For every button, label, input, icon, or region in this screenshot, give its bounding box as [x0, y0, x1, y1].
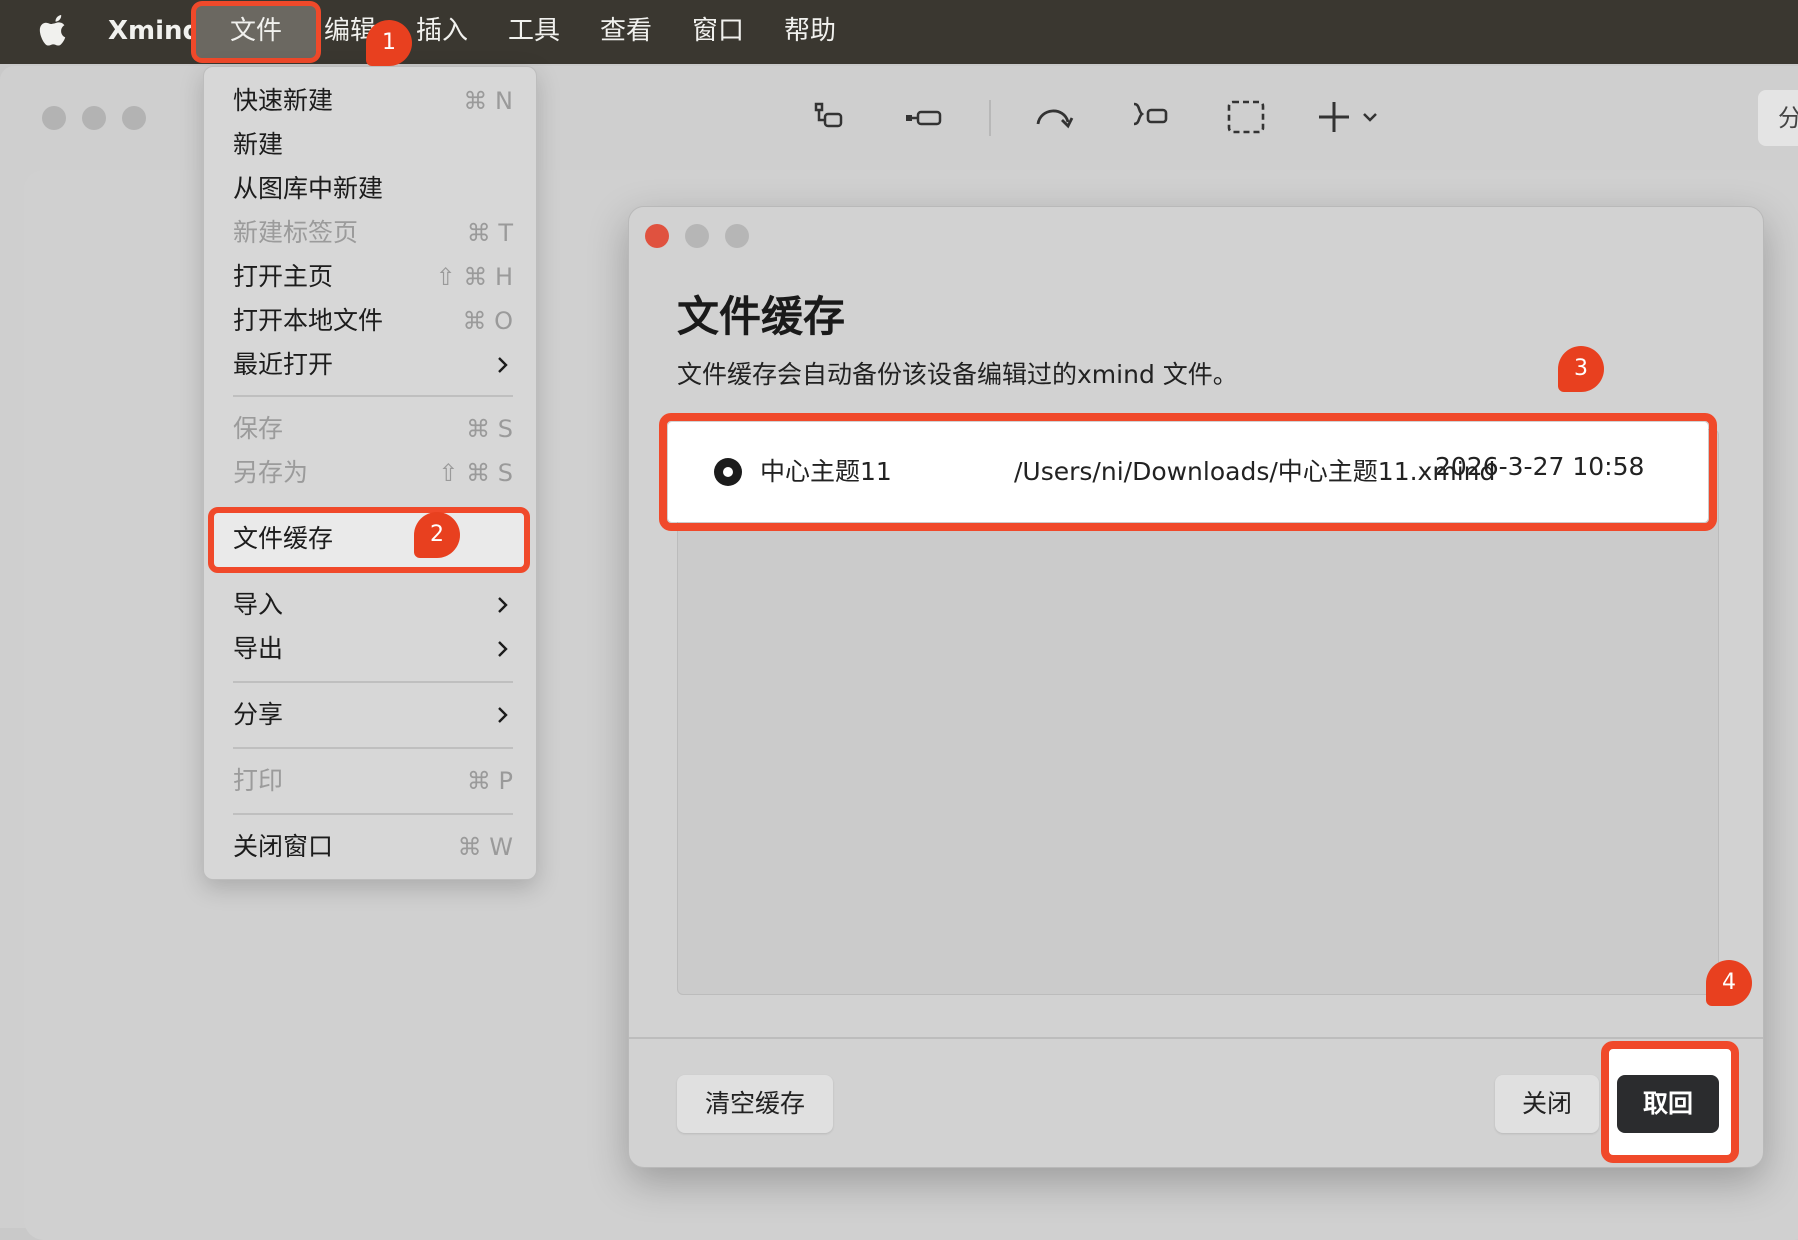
share-button[interactable]: 分 [1758, 90, 1798, 146]
clear-cache-button[interactable]: 清空缓存 [677, 1075, 833, 1133]
apple-icon[interactable] [38, 14, 70, 48]
menu-item-open-home[interactable]: 打开主页 ⇧ ⌘ H [233, 257, 513, 297]
toolbar-divider [989, 100, 991, 136]
menu-help[interactable]: 帮助 [784, 0, 836, 64]
window-zoom-button[interactable] [122, 106, 146, 130]
step-badge-2: 2 [414, 512, 460, 558]
menu-item-label: 从图库中新建 [233, 174, 384, 203]
dialog-zoom-button [725, 224, 749, 248]
shortcut-label: ⌘ S [466, 415, 513, 443]
menu-item-label: 文件缓存 [233, 524, 334, 553]
chevron-right-icon [498, 641, 508, 657]
shortcut-label: ⌘ N [463, 87, 513, 115]
menu-separator [233, 747, 513, 749]
chevron-right-icon [498, 707, 508, 723]
chevron-right-icon [498, 597, 508, 613]
menu-item-label: 保存 [233, 414, 284, 443]
close-button[interactable]: 关闭 [1495, 1075, 1599, 1133]
dialog-divider [629, 1037, 1763, 1039]
menu-separator [233, 681, 513, 683]
menu-item-open-local[interactable]: 打开本地文件 ⌘ O [233, 301, 513, 341]
menu-item-label: 关闭窗口 [233, 832, 334, 861]
cache-file-row[interactable]: 中心主题11 /Users/ni/Downloads/中心主题11.xmind … [668, 422, 1708, 522]
shortcut-label: ⌘ P [466, 767, 513, 795]
menu-separator [233, 395, 513, 397]
menu-item-label: 导入 [233, 590, 284, 619]
menu-file[interactable]: 文件 [196, 6, 316, 58]
restore-button[interactable]: 取回 [1617, 1075, 1719, 1133]
file-menu: 快速新建 ⌘ N 新建 从图库中新建 新建标签页 ⌘ T 打开主页 ⇧ ⌘ H … [203, 66, 537, 880]
dialog-title: 文件缓存 [677, 292, 846, 341]
menu-window[interactable]: 窗口 [692, 0, 744, 64]
window-close-button[interactable] [42, 106, 66, 130]
dialog-minimize-button [685, 224, 709, 248]
menu-item-new-from-gallery[interactable]: 从图库中新建 [233, 169, 513, 209]
shortcut-label: ⇧ ⌘ S [438, 459, 513, 487]
menu-item-label: 最近打开 [233, 350, 334, 379]
shortcut-label: ⌘ O [462, 307, 513, 335]
dialog-description: 文件缓存会自动备份该设备编辑过的xmind 文件。 [677, 360, 1238, 389]
menu-item-recent[interactable]: 最近打开 [233, 345, 513, 385]
menu-item-import[interactable]: 导入 [233, 585, 513, 625]
menu-item-label: 导出 [233, 634, 284, 663]
menu-item-export[interactable]: 导出 [233, 629, 513, 669]
boundary-icon[interactable] [1226, 96, 1266, 140]
menu-item-label: 快速新建 [233, 86, 334, 115]
menu-app-name[interactable]: Xmind [108, 0, 201, 64]
menu-item-save-as: 另存为 ⇧ ⌘ S [233, 453, 513, 493]
menu-view[interactable]: 查看 [600, 0, 652, 64]
menu-item-file-cache[interactable]: 文件缓存 [233, 519, 513, 559]
menu-item-save: 保存 ⌘ S [233, 409, 513, 449]
dialog-close-button[interactable] [645, 224, 669, 248]
menu-insert[interactable]: 插入 [416, 0, 468, 64]
step-badge-1: 1 [366, 20, 412, 66]
cache-file-date: 2026-3-27 10:58 [1435, 452, 1645, 481]
menu-item-label: 打印 [233, 766, 284, 795]
radio-selected[interactable] [714, 458, 742, 486]
menu-item-close-window[interactable]: 关闭窗口 ⌘ W [233, 827, 513, 867]
cache-file-name: 中心主题11 [760, 457, 892, 486]
cache-file-path: /Users/ni/Downloads/中心主题11.xmind [1014, 457, 1496, 486]
sibling-topic-icon[interactable] [904, 96, 944, 140]
shortcut-label: ⌘ T [466, 219, 513, 247]
menu-item-quick-new[interactable]: 快速新建 ⌘ N [233, 81, 513, 121]
shortcut-label: ⇧ ⌘ H [435, 263, 513, 291]
insert-plus-icon[interactable] [1316, 96, 1382, 140]
menu-item-share[interactable]: 分享 [233, 695, 513, 735]
menu-item-label: 新建标签页 [233, 218, 359, 247]
menu-item-print: 打印 ⌘ P [233, 761, 513, 801]
step-badge-3: 3 [1558, 346, 1604, 392]
menu-separator [233, 813, 513, 815]
subtopic-icon[interactable] [810, 96, 846, 140]
window-minimize-button[interactable] [82, 106, 106, 130]
menu-tools[interactable]: 工具 [508, 0, 560, 64]
menu-bar: Xmind 文件 编辑 插入 工具 查看 窗口 帮助 [0, 0, 1798, 64]
menu-item-label: 打开主页 [233, 262, 334, 291]
chevron-right-icon [498, 357, 508, 373]
menu-item-new-tab: 新建标签页 ⌘ T [233, 213, 513, 253]
menu-item-label: 另存为 [233, 458, 309, 487]
menu-item-label: 分享 [233, 700, 284, 729]
step-badge-4: 4 [1706, 960, 1752, 1006]
menu-item-label: 新建 [233, 130, 284, 159]
menu-item-new[interactable]: 新建 [233, 125, 513, 165]
shortcut-label: ⌘ W [457, 833, 513, 861]
menu-item-label: 打开本地文件 [233, 306, 384, 335]
relationship-icon[interactable] [1034, 96, 1074, 140]
summary-icon[interactable] [1130, 96, 1170, 140]
